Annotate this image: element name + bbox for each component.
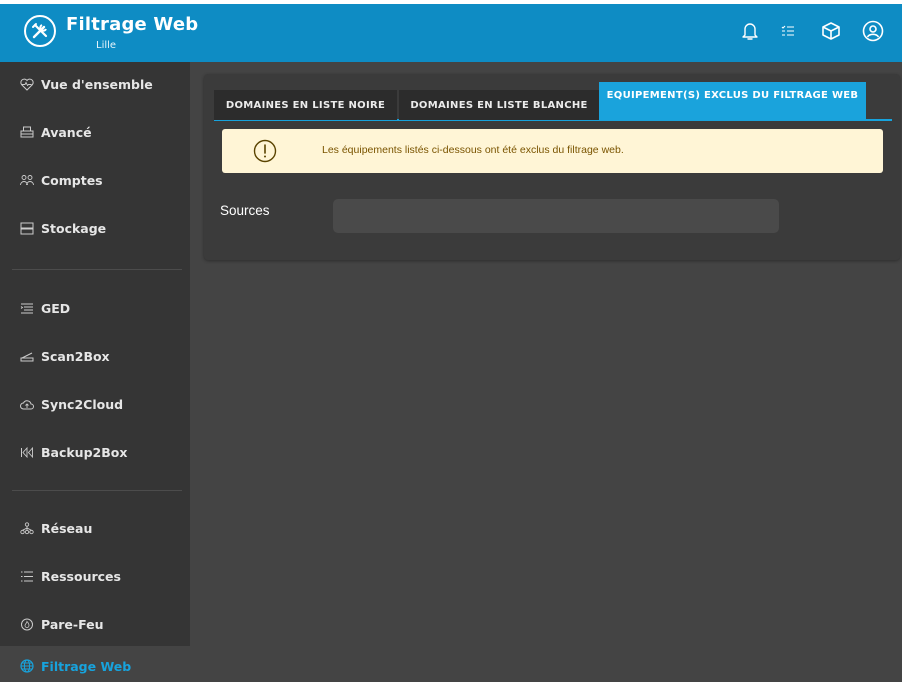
sidebar-item-stockage[interactable]: Stockage [0, 208, 190, 248]
sidebar-item-vue-d-ensemble[interactable]: Vue d'ensemble [0, 64, 190, 104]
cloud-upload-icon [20, 397, 34, 411]
app-subtitle: Lille [96, 40, 117, 51]
sources-input[interactable] [333, 199, 779, 233]
tab-equipements-exclus[interactable]: EQUIPEMENT(S) EXCLUS DU FILTRAGE WEB [599, 82, 866, 120]
tab-domaines-liste-noire[interactable]: DOMAINES EN LISTE NOIRE [214, 90, 397, 120]
sidebar-item-label: Comptes [41, 172, 103, 188]
alert-message: Les équipements listés ci-dessous ont ét… [322, 144, 624, 156]
sidebar-item-label: Stockage [41, 220, 107, 236]
warning-circle-icon [253, 139, 277, 163]
server-icon [20, 221, 34, 235]
user-circle-icon[interactable] [862, 20, 884, 42]
sources-label: Sources [220, 203, 270, 218]
sidebar-item-label: Ressources [41, 568, 121, 584]
sidebar-item-comptes[interactable]: Comptes [0, 160, 190, 200]
app-title: Filtrage Web [66, 14, 199, 35]
sidebar-item-label: GED [41, 300, 71, 316]
info-alert: Les équipements listés ci-dessous ont ét… [222, 129, 883, 173]
globe-icon [20, 659, 34, 673]
sidebar-item-pare-feu[interactable]: Pare-Feu [0, 604, 190, 644]
network-icon [20, 521, 34, 535]
app-window: Filtrage Web Lille Vue d'ensemble Avancé… [0, 4, 902, 682]
sidebar-item-label: Scan2Box [41, 348, 110, 364]
tasks-icon[interactable] [777, 20, 799, 42]
sidebar-divider [12, 490, 182, 491]
sidebar-item-label: Backup2Box [41, 444, 128, 460]
firewall-icon [20, 617, 34, 631]
tab-bar: DOMAINES EN LISTE NOIRE DOMAINES EN LIST… [214, 82, 892, 121]
scanner-icon [20, 349, 34, 363]
sidebar-item-label: Avancé [41, 124, 92, 140]
content-card: DOMAINES EN LISTE NOIRE DOMAINES EN LIST… [204, 74, 900, 260]
tab-domaines-liste-blanche[interactable]: DOMAINES EN LISTE BLANCHE [399, 90, 599, 120]
cube-icon[interactable] [820, 20, 842, 42]
sidebar-item-reseau[interactable]: Réseau [0, 508, 190, 548]
top-bar: Filtrage Web Lille [0, 4, 902, 62]
tools-icon[interactable] [24, 15, 56, 47]
sidebar-item-label: Réseau [41, 520, 93, 536]
sidebar-item-avance[interactable]: Avancé [0, 112, 190, 152]
sidebar-item-scan2box[interactable]: Scan2Box [0, 336, 190, 376]
sidebar: Vue d'ensemble Avancé Comptes Stockage G… [0, 62, 190, 646]
heart-pulse-icon [20, 77, 34, 91]
list-icon [20, 569, 34, 583]
sidebar-item-ressources[interactable]: Ressources [0, 556, 190, 596]
sidebar-item-label: Vue d'ensemble [41, 76, 153, 92]
sidebar-item-label: Filtrage Web [41, 658, 132, 674]
sidebar-item-label: Sync2Cloud [41, 396, 124, 412]
document-list-icon [20, 301, 34, 315]
users-icon [20, 173, 34, 187]
sidebar-item-filtrage-web[interactable]: Filtrage Web [0, 646, 190, 682]
rewind-icon [20, 445, 34, 459]
sidebar-item-sync2cloud[interactable]: Sync2Cloud [0, 384, 190, 424]
bell-icon[interactable] [739, 20, 761, 42]
sidebar-item-backup2box[interactable]: Backup2Box [0, 432, 190, 472]
printer-icon [20, 125, 34, 139]
sidebar-item-ged[interactable]: GED [0, 288, 190, 328]
sidebar-item-label: Pare-Feu [41, 616, 104, 632]
sidebar-divider [12, 269, 182, 270]
